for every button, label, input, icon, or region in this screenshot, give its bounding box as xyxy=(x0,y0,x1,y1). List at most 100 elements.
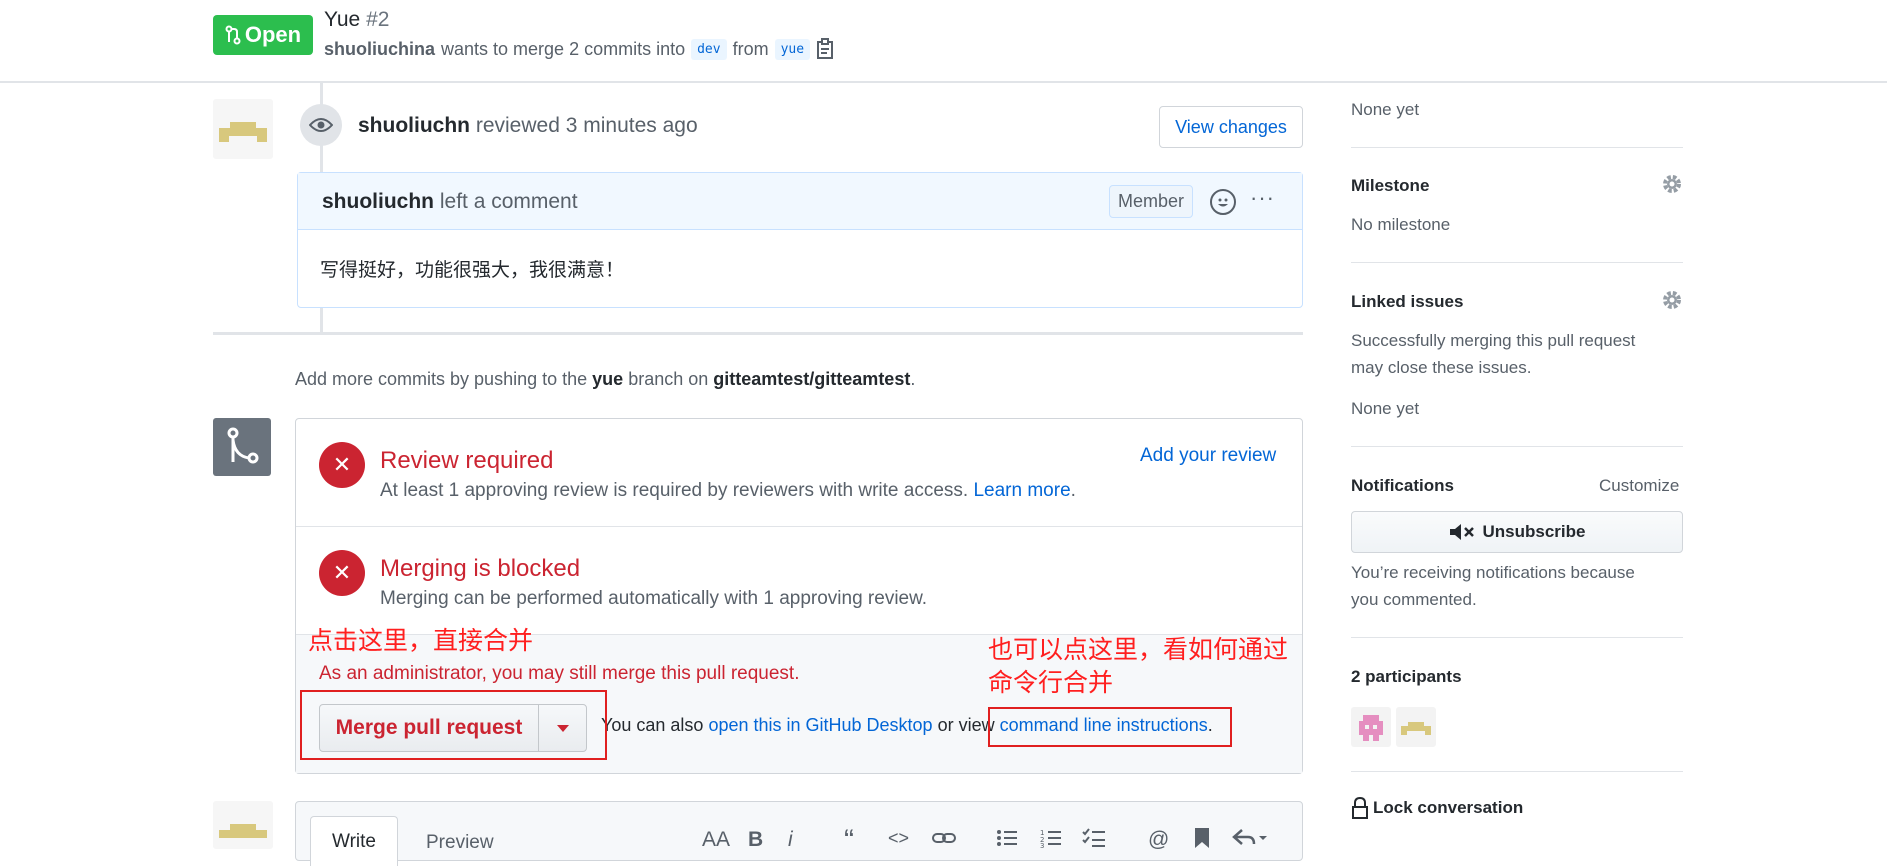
eye-icon xyxy=(300,104,342,146)
pr-state-label: Open xyxy=(244,22,302,47)
participant-avatar[interactable] xyxy=(1396,707,1436,747)
comment-author[interactable]: shuoliuchn xyxy=(322,190,434,213)
mute-icon xyxy=(1449,524,1474,540)
sidebar-divider xyxy=(1351,147,1683,148)
linked-issues-desc-1: Successfully merging this pull request xyxy=(1351,331,1636,350)
comment-action: left a comment xyxy=(439,190,578,213)
tab-write[interactable]: Write xyxy=(310,816,398,866)
timeline-divider xyxy=(213,332,1303,335)
lock-conversation-link[interactable]: Lock conversation xyxy=(1351,797,1523,819)
lock-icon xyxy=(1352,797,1368,819)
learn-more-link[interactable]: Learn more xyxy=(973,480,1070,501)
annotation-box-cli xyxy=(988,707,1232,747)
sidebar-divider xyxy=(1351,771,1683,772)
review-required-text: At least 1 approving review is required … xyxy=(380,480,969,501)
notify-desc-1: You’re receiving notifications because xyxy=(1351,563,1635,582)
pr-number: #2 xyxy=(366,8,390,31)
review-required-period: . xyxy=(1070,480,1076,501)
reviewers-none-yet: None yet xyxy=(1351,100,1420,119)
push-hint-prefix: Add more commits by pushing to the xyxy=(295,369,588,389)
push-hint-repo: gitteamtest/gitteamtest xyxy=(713,369,911,389)
mention-tool-icon[interactable]: @ xyxy=(1148,828,1169,852)
review-time[interactable]: 3 minutes ago xyxy=(566,114,698,137)
milestone-value: No milestone xyxy=(1351,215,1451,234)
unsubscribe-button[interactable]: Unsubscribe xyxy=(1351,511,1683,553)
review-required-desc: At least 1 approving review is required … xyxy=(380,480,1076,502)
notifications-heading: Notifications xyxy=(1351,476,1454,495)
gear-icon[interactable] xyxy=(1661,289,1683,311)
review-action: reviewed xyxy=(475,114,560,137)
task-list-icon[interactable] xyxy=(1082,828,1106,853)
merging-blocked-title: Merging is blocked xyxy=(380,555,581,582)
review-comment: shuoliuchn left a comment Member ··· 写得挺… xyxy=(297,172,1303,308)
pr-meta: shuoliuchina wants to merge 2 commits in… xyxy=(324,38,834,60)
push-hint-suffix: . xyxy=(910,369,916,389)
pr-author-link[interactable]: shuoliuchina xyxy=(324,39,435,60)
bulleted-list-icon[interactable] xyxy=(996,828,1018,853)
comment-header: shuoliuchn left a comment Member ··· xyxy=(298,173,1302,230)
quote-tool-icon[interactable]: “ xyxy=(844,824,854,858)
emoji-reaction-icon[interactable] xyxy=(1210,189,1236,215)
pr-state-badge: Open xyxy=(213,15,313,55)
customize-link[interactable]: Customize xyxy=(1599,476,1679,496)
annotation-box-merge xyxy=(300,690,607,760)
link-icon[interactable] xyxy=(932,830,956,851)
merge-text: wants to merge 2 commits into xyxy=(441,38,686,59)
sidebar-divider xyxy=(1351,262,1683,263)
bookmark-icon[interactable] xyxy=(1194,827,1210,854)
comment-header-text: shuoliuchn left a comment xyxy=(322,190,578,214)
admin-note: As an administrator, you may still merge… xyxy=(319,663,800,684)
merging-blocked-desc: Merging can be performed automatically w… xyxy=(380,588,928,609)
gear-icon[interactable] xyxy=(1661,173,1683,195)
from-text: from xyxy=(732,38,769,59)
pull-request-icon xyxy=(225,25,241,45)
more-options-icon[interactable]: ··· xyxy=(1250,185,1275,211)
view-changes-button[interactable]: View changes xyxy=(1159,106,1303,148)
linked-issues-heading[interactable]: Linked issues xyxy=(1351,292,1463,312)
or-view-text: or view xyxy=(937,715,995,735)
unsubscribe-label: Unsubscribe xyxy=(1482,522,1586,541)
participant-avatar[interactable] xyxy=(1351,707,1391,747)
sidebar-divider xyxy=(1351,446,1683,447)
linked-issues-desc-2: may close these issues. xyxy=(1351,358,1532,377)
head-branch-label[interactable]: yue xyxy=(774,38,811,60)
timeline-line xyxy=(320,308,323,332)
review-required-section: ✕ Review required At least 1 approving r… xyxy=(296,419,1302,527)
reviewer-name[interactable]: shuoliuchn xyxy=(358,114,470,137)
pr-title: Yue #2 xyxy=(324,8,389,32)
avatar[interactable] xyxy=(213,801,273,849)
github-desktop-link[interactable]: open this in GitHub Desktop xyxy=(708,715,932,735)
notify-desc-2: you commented. xyxy=(1351,590,1477,609)
annotation-click-here: 点击这里，直接合并 xyxy=(308,626,534,655)
push-hint: Add more commits by pushing to the yue b… xyxy=(295,369,915,390)
code-tool-icon[interactable]: <> xyxy=(888,828,909,849)
lock-conversation-label: Lock conversation xyxy=(1373,798,1524,817)
heading-tool-icon[interactable]: AA xyxy=(702,828,730,852)
reply-icon[interactable] xyxy=(1232,828,1268,853)
clipboard-icon[interactable] xyxy=(816,38,834,60)
numbered-list-icon[interactable]: 123 xyxy=(1040,828,1062,853)
push-hint-middle: branch on xyxy=(628,369,709,389)
merging-blocked-section: ✕ Merging is blocked Merging can be perf… xyxy=(296,527,1302,635)
italic-tool-icon[interactable]: i xyxy=(788,828,793,852)
push-hint-branch: yue xyxy=(592,369,624,389)
x-circle-icon: ✕ xyxy=(319,442,365,488)
milestone-heading[interactable]: Milestone xyxy=(1351,176,1429,196)
annotation-cli-line2: 命令行合并 xyxy=(988,668,1114,697)
member-badge: Member xyxy=(1109,185,1193,218)
tab-preview[interactable]: Preview xyxy=(426,832,494,854)
base-branch-label[interactable]: dev xyxy=(691,38,727,60)
bold-tool-icon[interactable]: B xyxy=(748,828,763,852)
review-event: shuoliuchn reviewed 3 minutes ago xyxy=(358,114,698,138)
review-required-title: Review required xyxy=(380,447,554,474)
pr-title-text: Yue xyxy=(324,8,361,31)
x-circle-icon: ✕ xyxy=(319,550,365,596)
sidebar-divider xyxy=(1351,637,1683,638)
git-merge-icon xyxy=(213,418,271,476)
svg-text:3: 3 xyxy=(1040,842,1044,848)
add-your-review-link[interactable]: Add your review xyxy=(1140,445,1276,467)
avatar[interactable] xyxy=(213,99,273,159)
comment-body: 写得挺好，功能很强大，我很满意！ xyxy=(320,259,625,281)
pr-header: Open Yue #2 shuoliuchina wants to merge … xyxy=(0,0,1887,83)
annotation-cli-line1: 也可以点这里，看如何通过 xyxy=(988,635,1289,664)
